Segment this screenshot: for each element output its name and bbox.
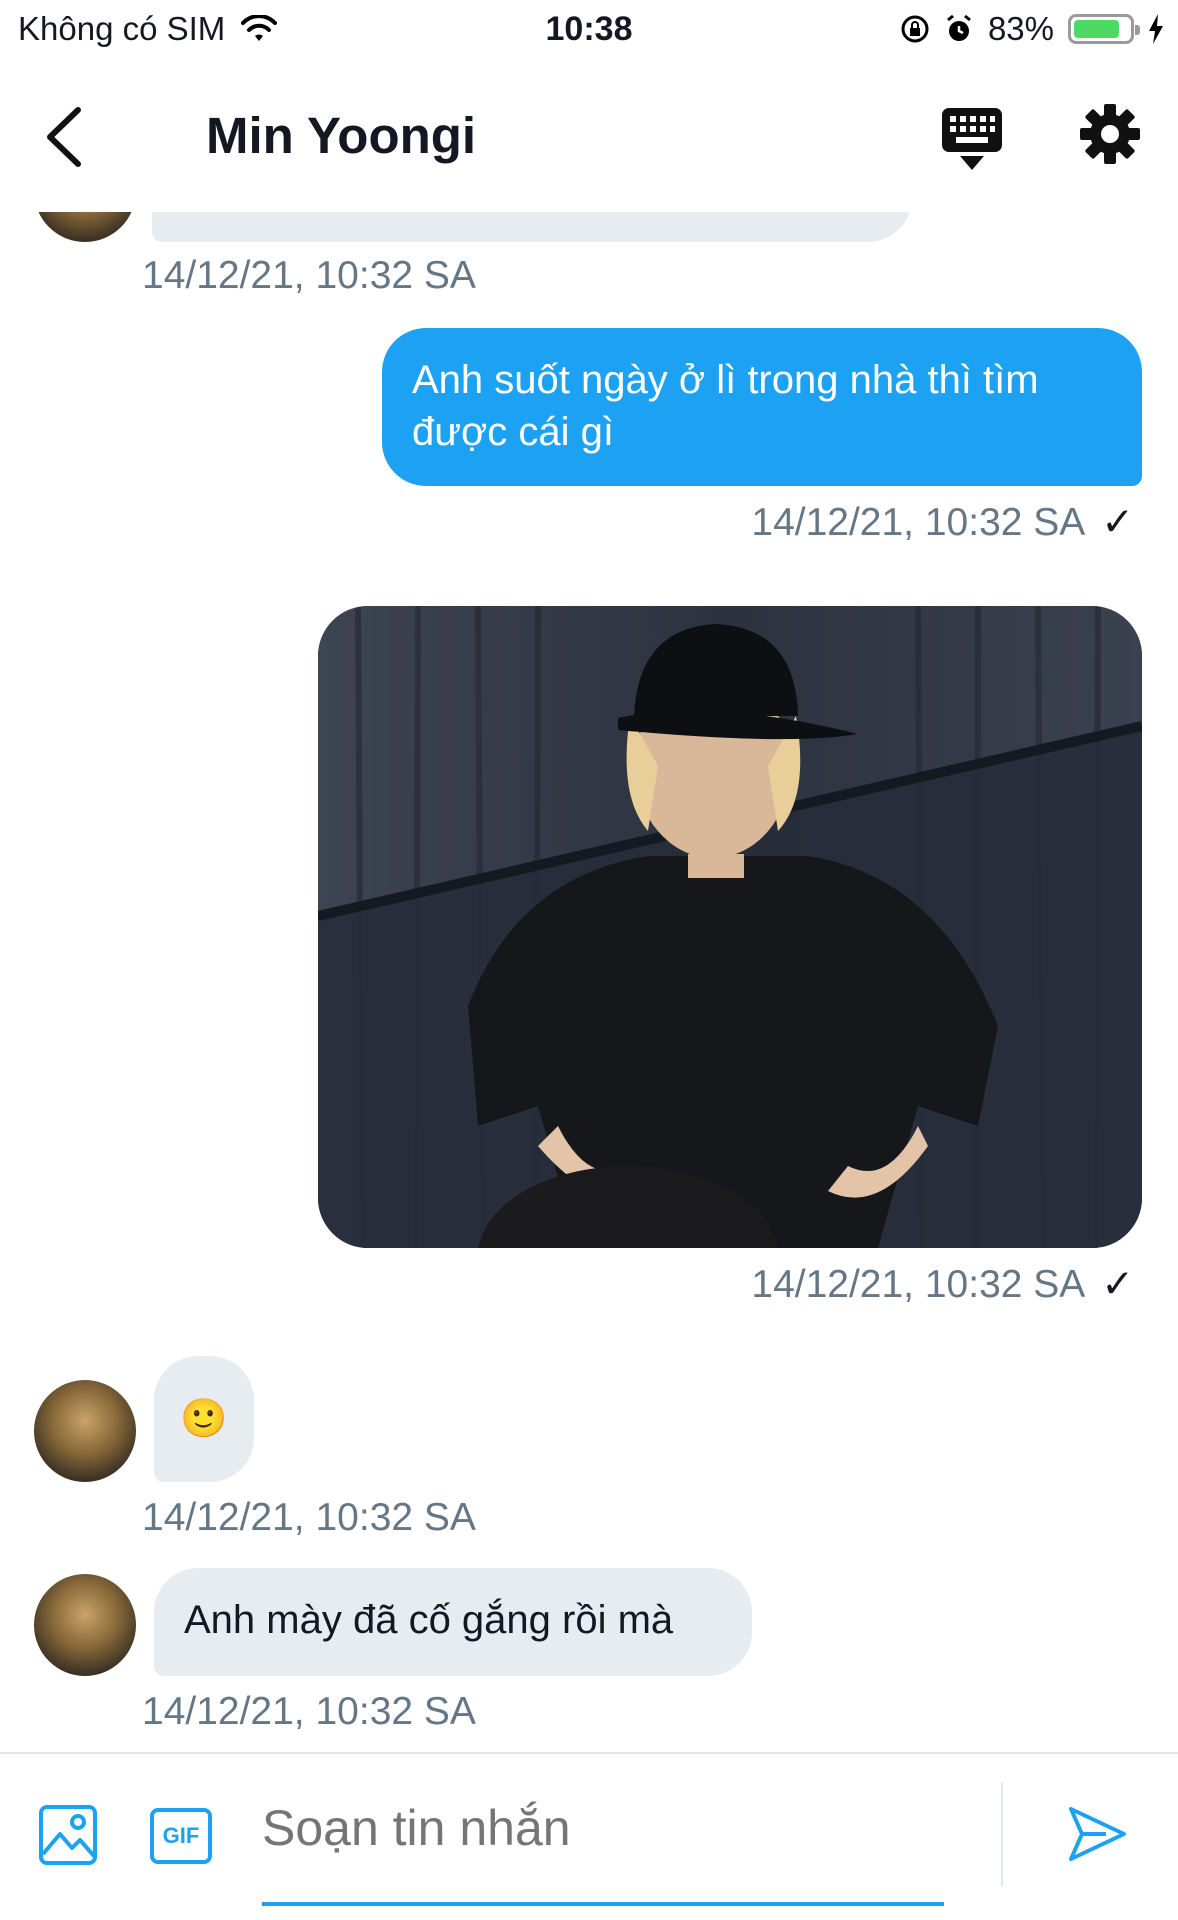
add-photo-button[interactable] xyxy=(38,1804,98,1866)
keyboard-toggle-button[interactable] xyxy=(940,106,1004,172)
composer-divider xyxy=(1001,1782,1003,1886)
battery-fill xyxy=(1074,20,1119,38)
conversation-title: Min Yoongi xyxy=(206,107,477,164)
image-icon xyxy=(39,1805,97,1865)
send-button[interactable] xyxy=(1066,1804,1128,1864)
alarm-icon xyxy=(947,14,971,41)
gif-button[interactable]: GIF xyxy=(150,1808,212,1864)
input-underline xyxy=(262,1902,944,1906)
avatar[interactable] xyxy=(34,1380,136,1482)
message-timestamp: 14/12/21, 10:32 SA xyxy=(751,1262,1086,1306)
status-bar: Không có SIM 10:38 83% xyxy=(0,0,1178,62)
settings-button[interactable] xyxy=(1078,102,1142,166)
conversation-header: Min Yoongi xyxy=(0,62,1178,212)
message-composer: GIF xyxy=(0,1752,1178,1920)
message-timestamp: 14/12/21, 10:32 SA xyxy=(751,500,1086,544)
message-input[interactable] xyxy=(262,1798,942,1858)
avatar[interactable] xyxy=(34,1574,136,1676)
status-right: 83% xyxy=(900,10,1164,48)
message-timestamp: 14/12/21, 10:32 SA xyxy=(142,1496,476,1539)
message-timestamp: 14/12/21, 10:32 SA xyxy=(142,254,476,297)
message-image-outgoing[interactable] xyxy=(318,606,1142,1248)
message-timestamp-row: 14/12/21, 10:32 SA ✓ xyxy=(751,500,1134,545)
message-text: Anh mày đã cố gắng rồi mà xyxy=(184,1598,674,1642)
orientation-lock-icon xyxy=(901,15,929,43)
dm-conversation-screen: Không có SIM 10:38 83% Min Yoongi 14/12/… xyxy=(0,0,1178,1920)
gif-label: GIF xyxy=(162,1823,200,1848)
message-bubble-incoming[interactable]: 🙂 xyxy=(154,1356,254,1482)
photo-image xyxy=(318,606,1142,1248)
message-text: Anh suốt ngày ở lì trong nhà thì tìm đượ… xyxy=(412,358,1039,454)
message-emoji: 🙂 xyxy=(180,1398,228,1440)
message-timestamp-row: 14/12/21, 10:32 SA ✓ xyxy=(751,1262,1134,1307)
battery-icon xyxy=(1068,14,1140,44)
message-bubble-outgoing[interactable]: Anh suốt ngày ở lì trong nhà thì tìm đượ… xyxy=(382,328,1142,486)
send-icon xyxy=(1069,1807,1126,1861)
keyboard-icon xyxy=(942,108,1002,170)
chevron-left-icon xyxy=(47,107,81,167)
back-button[interactable] xyxy=(40,102,100,172)
read-check-icon: ✓ xyxy=(1101,1263,1134,1306)
message-bubble-incoming[interactable]: Anh mày đã cố gắng rồi mà xyxy=(154,1568,752,1676)
read-check-icon: ✓ xyxy=(1101,501,1134,544)
message-timestamp: 14/12/21, 10:32 SA xyxy=(142,1690,476,1733)
battery-percent: 83% xyxy=(987,10,1054,47)
charging-bolt-icon xyxy=(1149,14,1163,44)
gear-icon xyxy=(1080,104,1140,164)
